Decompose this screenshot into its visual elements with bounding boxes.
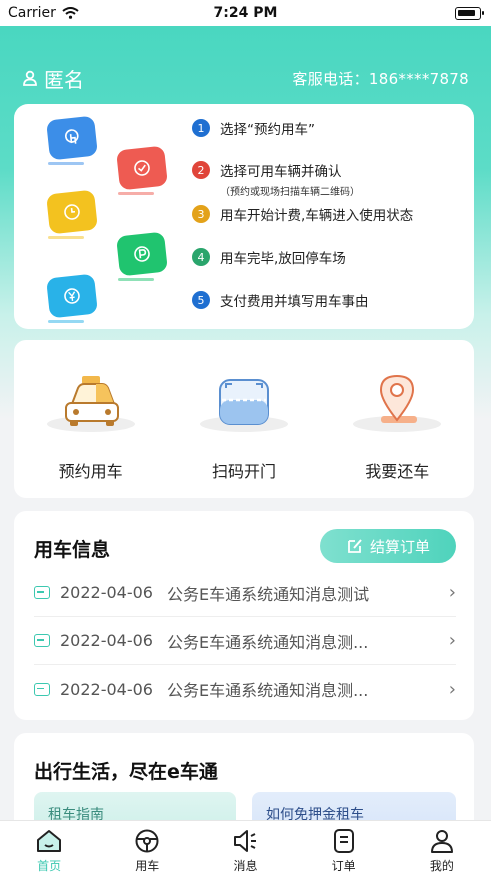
message-list: 2022-04-06 公务E车通系统通知消息测试 › 2022-04-06 公务…: [34, 569, 456, 713]
quick-actions-card: 预约用车 扫码开门 我要还车: [14, 340, 474, 498]
tab-label: 首页: [37, 859, 62, 873]
step-number: 2: [192, 161, 210, 179]
service-phone[interactable]: 客服电话：186****7878: [292, 68, 469, 89]
scan-open-door-label: 扫码开门: [211, 462, 276, 481]
tab-messages[interactable]: 消息: [210, 827, 280, 874]
user-button[interactable]: 匿名: [22, 64, 84, 93]
location-illustration: [349, 366, 445, 432]
edit-icon: [348, 539, 362, 553]
order-icon: [333, 829, 354, 853]
message-row[interactable]: 2022-04-06 公务E车通系统通知消息测试 ›: [34, 569, 456, 617]
tab-label: 用车: [135, 859, 160, 873]
chevron-right-icon: ›: [448, 582, 456, 603]
step-5: 5 支付费用并填写用车事由: [192, 290, 369, 310]
step-1: 1 选择“预约用车”: [192, 118, 315, 138]
tap-illustration: [46, 115, 98, 165]
tab-label: 我的: [429, 859, 454, 873]
step-4: 4 用车完毕,放回停车场: [192, 247, 346, 267]
carrier-label: Carrier: [8, 5, 56, 21]
car-info-card: 用车信息 结算订单 2022-04-06 公务E车通系统通知消息测试 › 202…: [14, 511, 474, 720]
message-date: 2022-04-06: [60, 679, 153, 699]
message-icon: [34, 634, 50, 647]
check-circle-icon: [134, 160, 150, 176]
scan-open-door-button[interactable]: 扫码开门: [184, 366, 304, 498]
step-number: 3: [192, 205, 210, 223]
step-text: 用车开始计费,车辆进入使用状态: [220, 208, 414, 224]
tab-label: 订单: [331, 859, 356, 873]
tab-bar: 首页 用车 消息 订单 我的: [0, 820, 491, 877]
step-2: 2 选择可用车辆并确认 （预约或现场扫描车辆二维码）: [192, 160, 360, 198]
parking-icon: [134, 246, 150, 262]
home-icon: [37, 830, 62, 852]
settle-order-button[interactable]: 结算订单: [320, 529, 456, 563]
home-header: 匿名 客服电话：186****7878: [22, 64, 469, 92]
return-car-label: 我要还车: [365, 462, 430, 481]
return-car-button[interactable]: 我要还车: [337, 366, 457, 498]
step-text: 支付费用并填写用车事由: [220, 294, 369, 310]
status-bar: Carrier 7:24 PM: [0, 0, 491, 26]
usage-steps-card: 1 选择“预约用车” 2 选择可用车辆并确认 （预约或现场扫描车辆二维码） 3 …: [14, 104, 474, 329]
chevron-right-icon: ›: [448, 630, 456, 651]
step-text: 选择“预约用车”: [220, 122, 315, 138]
tab-label: 消息: [233, 859, 258, 873]
message-text: 公务E车通系统通知消息测...: [166, 632, 369, 652]
step-subtext: （预约或现场扫描车辆二维码）: [220, 187, 360, 198]
car-info-title: 用车信息: [34, 539, 111, 561]
message-icon: [34, 586, 50, 599]
step-number: 4: [192, 248, 210, 266]
location-pin-icon: [380, 374, 418, 423]
step-number: 1: [192, 119, 210, 137]
pay-illustration: [46, 273, 98, 323]
reserve-car-button[interactable]: 预约用车: [31, 366, 151, 498]
message-row[interactable]: 2022-04-06 公务E车通系统通知消息测... ›: [34, 617, 456, 665]
travel-life-title: 出行生活，尽在e车通: [34, 761, 218, 783]
tab-mine[interactable]: 我的: [407, 827, 477, 874]
reserve-car-label: 预约用车: [58, 462, 123, 481]
parking-illustration: [116, 231, 168, 281]
step-text: 用车完毕,放回停车场: [220, 251, 346, 267]
taxi-illustration: [43, 366, 139, 432]
scan-illustration: [196, 366, 292, 432]
message-icon: [34, 682, 50, 696]
yuan-icon: [64, 288, 80, 304]
carrier-group: Carrier: [8, 5, 79, 21]
steering-wheel-icon: [135, 829, 159, 853]
taxi-icon: [64, 376, 119, 426]
user-name: 匿名: [44, 67, 84, 92]
speaker-icon: [234, 830, 257, 852]
wifi-icon: [62, 7, 79, 19]
step-3: 3 用车开始计费,车辆进入使用状态: [192, 204, 413, 224]
tab-home[interactable]: 首页: [14, 827, 84, 874]
scan-icon: [218, 379, 269, 425]
message-date: 2022-04-06: [60, 631, 153, 650]
confirm-illustration: [116, 145, 168, 195]
tap-hand-icon: [64, 129, 79, 144]
step-text: 选择可用车辆并确认: [220, 164, 342, 180]
settle-order-label: 结算订单: [369, 537, 430, 556]
message-text: 公务E车通系统通知消息测...: [166, 681, 369, 700]
chevron-right-icon: ›: [448, 678, 456, 700]
tab-use-car[interactable]: 用车: [112, 827, 182, 874]
step-number: 5: [192, 291, 210, 309]
user-icon: [23, 70, 37, 86]
message-text: 公务E车通系统通知消息测试: [166, 584, 370, 604]
message-date: 2022-04-06: [60, 583, 153, 602]
message-row[interactable]: 2022-04-06 公务E车通系统通知消息测... ›: [34, 665, 456, 713]
clock-illustration: [46, 189, 98, 239]
user-icon: [430, 830, 453, 853]
battery-icon: [455, 6, 484, 20]
tab-orders[interactable]: 订单: [309, 827, 379, 874]
clock-icon: [64, 204, 80, 220]
